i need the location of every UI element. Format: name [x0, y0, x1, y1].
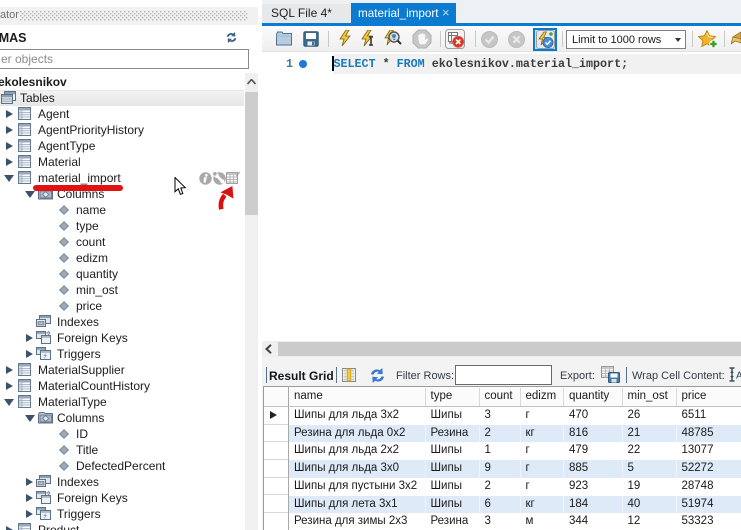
- svg-text:A: A: [736, 371, 741, 382]
